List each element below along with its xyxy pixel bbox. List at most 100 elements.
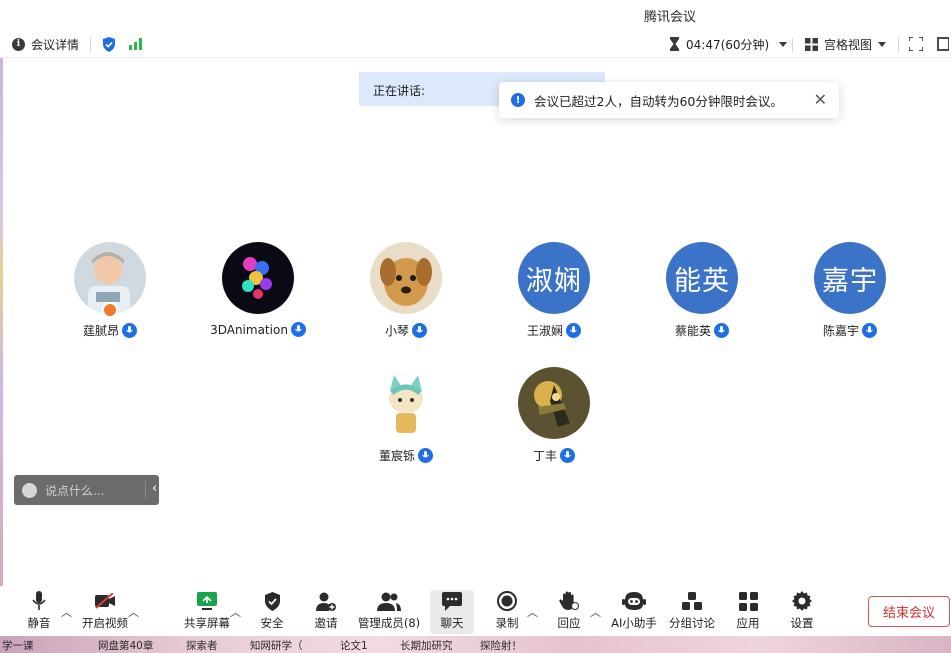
taskbar-item[interactable]: 网盘第40章 (98, 638, 153, 653)
meeting-toolbar: 静音 ︿ 开启视频 ︿ 共享屏幕 ︿ 安全 邀请 管理成员(8) 聊天 录制 ︿… (0, 586, 951, 636)
taskbar-item[interactable]: 论文1 (340, 638, 368, 653)
participant-name: 王淑娴 (526, 324, 563, 338)
participant-name-row: 3DAnimation (198, 322, 318, 337)
hourglass-icon (670, 37, 679, 51)
ai-label: AI小助手 (611, 616, 657, 630)
chat-icon (440, 590, 464, 612)
video-label: 开启视频 (82, 616, 128, 630)
chevron-up-icon[interactable]: ︿ (61, 604, 72, 620)
video-off-icon (93, 590, 117, 612)
breakout-rooms-button[interactable]: 分组讨论 (668, 590, 716, 634)
shield-icon (260, 590, 284, 612)
taskbar-item[interactable]: 探索者 (186, 638, 218, 653)
members-icon (377, 590, 401, 612)
meeting-timer[interactable]: 04:47(60分钟) (669, 34, 788, 54)
participant-name: 陈嘉宇 (822, 324, 859, 338)
participant-tile[interactable]: 董宸铄 (346, 367, 466, 467)
participant-name: 蔡能英 (674, 324, 711, 338)
timer-label: 04:47(60分钟) (686, 37, 770, 52)
shield-icon (103, 36, 115, 52)
participant-tile[interactable]: 3DAnimation (198, 242, 318, 342)
chevron-up-icon[interactable]: ︿ (590, 604, 601, 620)
desktop-taskbar: 学一课 网盘第40章 探索者 知网研学（ 论文1 长期加研究 探险射！ (0, 636, 951, 653)
share-screen-button[interactable]: 共享屏幕 (184, 590, 230, 634)
participant-name-row: 蔡能英 (642, 322, 762, 339)
chevron-up-icon[interactable]: ︿ (128, 604, 139, 620)
mic-icon (412, 323, 427, 338)
divider (792, 38, 793, 52)
toast-message: 会议已超过2人，自动转为60分钟限时会议。 (534, 93, 783, 109)
security-label: 安全 (260, 616, 284, 630)
fullscreen-button[interactable] (909, 34, 923, 54)
taskbar-item[interactable]: 探险射！ (480, 638, 522, 653)
participant-tile[interactable]: 小琴 (346, 242, 466, 342)
title-bar: 腾讯会议 (0, 0, 951, 30)
meeting-details-button[interactable]: i 会议详情 (12, 34, 79, 54)
video-button[interactable]: 开启视频 (82, 590, 128, 634)
chevron-left-icon[interactable]: ‹ (152, 481, 157, 496)
invite-label: 邀请 (314, 616, 338, 630)
window-title: 腾讯会议 (644, 10, 697, 25)
participant-tile[interactable]: 淑娴 王淑娴 (494, 242, 614, 342)
breakout-label: 分组讨论 (669, 616, 715, 630)
avatar (370, 367, 442, 439)
participant-tile[interactable]: 能英 蔡能英 (642, 242, 762, 342)
mic-icon (418, 448, 433, 463)
mic-icon (714, 323, 729, 338)
share-label: 共享屏幕 (184, 616, 230, 630)
taskbar-item[interactable]: 知网研学（ (250, 638, 303, 653)
network-signal-button[interactable] (129, 34, 143, 54)
avatar (518, 367, 590, 439)
invite-button[interactable]: 邀请 (312, 590, 340, 634)
participant-name: 莛腻昂 (82, 324, 119, 338)
record-label: 录制 (495, 616, 519, 630)
participant-tile[interactable]: 嘉宇 陈嘉宇 (790, 242, 910, 342)
gear-icon (790, 590, 814, 612)
avatar (370, 242, 442, 314)
mic-icon (290, 322, 306, 337)
chat-label: 聊天 (440, 616, 464, 630)
react-button[interactable]: 回应 (555, 590, 583, 634)
participant-name: 董宸铄 (378, 449, 415, 463)
participant-name: 小琴 (384, 324, 409, 338)
record-button[interactable]: 录制 (493, 590, 521, 634)
participant-tile[interactable]: 丁丰 (494, 367, 614, 467)
settings-button[interactable]: 设置 (788, 590, 816, 634)
mute-label: 静音 (27, 616, 51, 630)
side-panel-button[interactable] (937, 34, 949, 54)
quick-chat-input[interactable]: 说点什么... ‹ (14, 475, 159, 505)
ai-assistant-button[interactable]: AI小助手 (610, 590, 658, 634)
apps-button[interactable]: 应用 (734, 590, 762, 634)
avatar: 淑娴 (518, 242, 590, 314)
meeting-limit-toast: ! 会议已超过2人，自动转为60分钟限时会议。 ✕ (499, 82, 839, 118)
mic-icon (122, 323, 137, 338)
security-button[interactable]: 安全 (258, 590, 286, 634)
taskbar-item[interactable]: 长期加研究 (400, 638, 453, 653)
participant-name: 丁丰 (532, 449, 557, 463)
view-mode-button[interactable]: 宫格视图 (805, 34, 887, 54)
emoji-icon[interactable] (22, 482, 37, 498)
chat-button[interactable]: 聊天 (430, 590, 474, 634)
record-icon (495, 590, 519, 612)
end-meeting-button[interactable]: 结束会议 (868, 596, 950, 627)
divider (145, 481, 146, 499)
mic-icon (566, 323, 581, 338)
host-badge-icon (102, 302, 118, 318)
close-icon[interactable]: ✕ (814, 92, 827, 108)
participant-tile[interactable]: 莛腻昂 (50, 242, 170, 342)
grid-view-icon (805, 37, 818, 51)
add-user-icon (314, 590, 338, 612)
mute-button[interactable]: 静音 (22, 590, 56, 634)
breakout-icon (680, 590, 704, 612)
alert-icon: ! (511, 93, 525, 107)
manage-members-button[interactable]: 管理成员(8) (358, 590, 420, 634)
chevron-up-icon[interactable]: ︿ (527, 604, 538, 620)
divider (898, 38, 899, 52)
participant-name-row: 小琴 (346, 322, 466, 339)
taskbar-item[interactable]: 学一课 (2, 638, 34, 653)
chevron-up-icon[interactable]: ︿ (230, 604, 241, 620)
fullscreen-icon (909, 37, 923, 51)
security-shield-button[interactable] (102, 34, 116, 54)
meeting-details-label: 会议详情 (31, 37, 80, 52)
participant-name-row: 董宸铄 (346, 447, 466, 464)
